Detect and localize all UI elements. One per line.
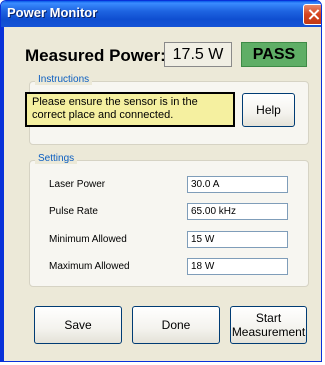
power-monitor-window: Power Monitor Measured Power: 17.5 W PAS…	[0, 0, 322, 362]
minimum-allowed-field[interactable]: 15 W	[187, 231, 288, 248]
pulse-rate-field[interactable]: 65.00 kHz	[187, 203, 288, 220]
instructions-group-label: Instructions	[35, 74, 93, 85]
minimum-allowed-label: Minimum Allowed	[49, 234, 127, 245]
measured-power-label: Measured Power:	[25, 46, 166, 65]
laser-power-field[interactable]: 30.0 A	[187, 176, 288, 193]
title-bar[interactable]: Power Monitor	[1, 1, 321, 27]
measured-power-value: 17.5 W	[164, 42, 232, 67]
instructions-message: Please ensure the sensor is in the corre…	[25, 92, 235, 127]
start-measurement-button[interactable]: Start Measurement	[230, 306, 307, 344]
help-button[interactable]: Help	[242, 93, 295, 127]
maximum-allowed-field[interactable]: 18 W	[187, 258, 288, 275]
maximum-allowed-label: Maximum Allowed	[49, 261, 130, 272]
done-button[interactable]: Done	[132, 306, 220, 344]
save-button[interactable]: Save	[34, 306, 122, 344]
pulse-rate-label: Pulse Rate	[49, 206, 98, 217]
window-border	[1, 27, 4, 361]
window-title: Power Monitor	[7, 5, 98, 20]
status-badge: PASS	[241, 42, 307, 67]
settings-group-label: Settings	[35, 153, 78, 164]
close-icon[interactable]	[303, 4, 321, 25]
laser-power-label: Laser Power	[49, 179, 106, 190]
